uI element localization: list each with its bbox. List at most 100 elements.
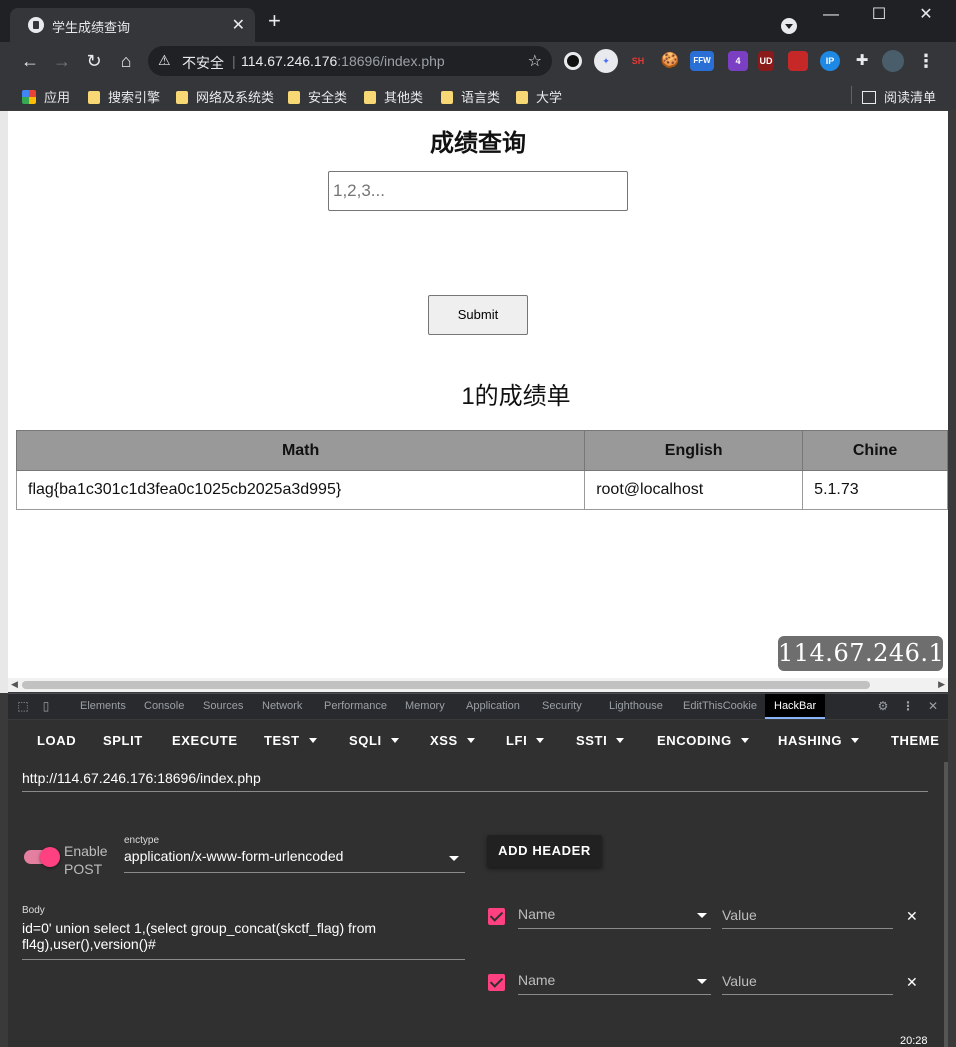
header-enabled-checkbox[interactable] bbox=[488, 908, 505, 925]
devtools-tab-hackbar[interactable]: HackBar bbox=[765, 694, 826, 719]
circle-extension-icon[interactable] bbox=[564, 52, 582, 70]
sh-extension-icon[interactable]: SH bbox=[628, 51, 648, 71]
reading-list-icon bbox=[861, 91, 876, 104]
inspect-element-icon[interactable]: ⬚ bbox=[16, 699, 30, 713]
header-value-input[interactable]: Value bbox=[722, 968, 893, 995]
ip-extension-icon[interactable]: IP bbox=[820, 51, 840, 71]
forward-button[interactable]: → bbox=[51, 50, 73, 72]
header-enabled-checkbox[interactable] bbox=[488, 974, 505, 991]
remove-header-icon[interactable]: ✕ bbox=[906, 908, 918, 925]
header-row: Name Value ✕ bbox=[488, 966, 928, 1000]
warning-icon[interactable]: ⚠ bbox=[158, 52, 171, 69]
hackbar-hashing-menu[interactable]: HASHING bbox=[778, 733, 860, 748]
ip-overlay-badge: 114.67.246.176 bbox=[778, 636, 948, 671]
hackbar-lfi-menu[interactable]: LFI bbox=[506, 733, 545, 748]
header-name-select[interactable]: Name bbox=[518, 902, 711, 929]
enable-post-line2: POST bbox=[64, 861, 103, 877]
hackbar-execute-button[interactable]: EXECUTE bbox=[172, 733, 238, 748]
hackbar-test-menu[interactable]: TEST bbox=[264, 733, 317, 748]
address-bar[interactable]: ⚠ 不安全 | 114.67.246.176:18696/index.php ☆ bbox=[148, 46, 552, 76]
taskbar-clock: 20:28 bbox=[900, 1035, 928, 1047]
bird-extension-icon[interactable]: ✦ bbox=[594, 49, 618, 73]
badge-extension-icon[interactable]: 4 bbox=[728, 51, 748, 71]
new-tab-button[interactable]: + bbox=[268, 10, 281, 32]
menu-kebab-icon[interactable]: ⋮ bbox=[915, 50, 937, 72]
devtools-tab-editthiscookie[interactable]: EditThisCookie bbox=[683, 700, 757, 712]
hackbar-encoding-menu[interactable]: ENCODING bbox=[657, 733, 749, 748]
table-header-row: Math English Chine bbox=[15, 430, 948, 471]
enctype-select[interactable]: application/x-www-form-urlencoded bbox=[124, 848, 465, 873]
home-button[interactable]: ⌂ bbox=[115, 50, 137, 72]
bookmarks-bar: 应用 搜索引擎 网络及系统类 安全类 其他类 语言类 大学 阅读清单 bbox=[0, 80, 956, 110]
scroll-right-icon[interactable]: ▶ bbox=[938, 679, 945, 690]
bookmark-folder-other[interactable]: 其他类 bbox=[364, 87, 423, 106]
menu-label: ENCODING bbox=[657, 733, 732, 748]
add-header-button[interactable]: ADD HEADER bbox=[487, 835, 602, 867]
devtools-menu-icon[interactable]: ⋮ bbox=[901, 699, 915, 713]
bookmark-star-icon[interactable]: ☆ bbox=[528, 51, 542, 71]
devtools-tab-network[interactable]: Network bbox=[262, 700, 302, 712]
bookmark-folder-security[interactable]: 安全类 bbox=[288, 87, 347, 106]
device-toolbar-icon[interactable]: ▯ bbox=[39, 699, 53, 713]
bookmark-folder-language[interactable]: 语言类 bbox=[441, 87, 500, 106]
remove-header-icon[interactable]: ✕ bbox=[906, 974, 918, 991]
hackbar-load-button[interactable]: LOAD bbox=[37, 733, 76, 748]
body-line-1: id=0' union select 1,(select group_conca… bbox=[22, 920, 377, 936]
score-query-input[interactable] bbox=[328, 171, 628, 211]
close-window-button[interactable]: ✕ bbox=[911, 4, 941, 28]
devtools-tab-console[interactable]: Console bbox=[144, 700, 184, 712]
devtools-tab-security[interactable]: Security bbox=[542, 700, 582, 712]
hackbar-theme-menu[interactable]: THEME bbox=[891, 733, 940, 748]
ublock-extension-icon[interactable]: UD bbox=[758, 51, 774, 71]
browser-tab[interactable]: 学生成绩查询 ✕ bbox=[10, 8, 255, 42]
submit-button[interactable]: Submit bbox=[428, 295, 528, 335]
folder-icon bbox=[441, 91, 453, 104]
red-extension-icon[interactable] bbox=[788, 51, 808, 71]
scrollbar-thumb[interactable] bbox=[22, 681, 870, 689]
maximize-button[interactable]: ☐ bbox=[864, 4, 894, 28]
header-value-input[interactable]: Value bbox=[722, 902, 893, 929]
bookmark-apps[interactable]: 应用 bbox=[22, 87, 70, 106]
hackbar-xss-menu[interactable]: XSS bbox=[430, 733, 475, 748]
devtools-tab-elements[interactable]: Elements bbox=[80, 700, 126, 712]
devtools-tab-lighthouse[interactable]: Lighthouse bbox=[609, 700, 663, 712]
score-table: Math English Chine flag{ba1c301c1d3fea0c… bbox=[15, 430, 948, 510]
minimize-button[interactable]: — bbox=[816, 4, 846, 28]
ffw-extension-icon[interactable]: FFW bbox=[690, 51, 714, 71]
cookie-extension-icon[interactable]: 🍪 bbox=[660, 51, 680, 71]
reload-button[interactable]: ↻ bbox=[83, 50, 105, 72]
hackbar-sqli-menu[interactable]: SQLI bbox=[349, 733, 399, 748]
url-input[interactable]: http://114.67.246.176:18696/index.php bbox=[22, 770, 928, 792]
column-header-english: English bbox=[584, 430, 804, 471]
tab-title: 学生成绩查询 bbox=[52, 20, 131, 35]
table-row: flag{ba1c301c1d3fea0c1025cb2025a3d995} r… bbox=[15, 470, 948, 510]
menu-label: TEST bbox=[264, 733, 300, 748]
bookmark-folder-university[interactable]: 大学 bbox=[516, 87, 562, 106]
devtools-tab-sources[interactable]: Sources bbox=[203, 700, 243, 712]
gear-icon[interactable]: ⚙ bbox=[876, 699, 890, 713]
enable-post-toggle[interactable] bbox=[24, 847, 60, 867]
close-devtools-icon[interactable]: ✕ bbox=[926, 699, 940, 713]
bookmark-label: 其他类 bbox=[384, 90, 424, 105]
avatar[interactable] bbox=[882, 50, 904, 72]
hackbar-split-button[interactable]: SPLIT bbox=[103, 733, 143, 748]
body-label: Body bbox=[22, 905, 45, 916]
tab-search-icon[interactable] bbox=[781, 18, 797, 34]
scroll-left-icon[interactable]: ◀ bbox=[11, 679, 18, 690]
devtools-tab-performance[interactable]: Performance bbox=[324, 700, 387, 712]
devtools-tab-application[interactable]: Application bbox=[466, 700, 520, 712]
reading-list-button[interactable]: 阅读清单 bbox=[861, 87, 936, 106]
hackbar-ssti-menu[interactable]: SSTI bbox=[576, 733, 625, 748]
post-body-textarea[interactable]: id=0' union select 1,(select group_conca… bbox=[22, 920, 465, 960]
body-line-2: fl4g),user(),version()# bbox=[22, 936, 156, 952]
back-button[interactable]: ← bbox=[19, 50, 41, 72]
bookmark-folder-search[interactable]: 搜索引擎 bbox=[88, 87, 160, 106]
header-name-select[interactable]: Name bbox=[518, 968, 711, 995]
devtools-tab-memory[interactable]: Memory bbox=[405, 700, 445, 712]
bookmark-folder-network[interactable]: 网络及系统类 bbox=[176, 87, 274, 106]
tab-close-icon[interactable]: ✕ bbox=[232, 15, 245, 35]
horizontal-scrollbar[interactable]: ◀ ▶ bbox=[8, 678, 948, 692]
puzzle-extensions-icon[interactable]: ✚ bbox=[852, 51, 872, 71]
hackbar-scrollbar[interactable] bbox=[944, 762, 948, 1047]
address-separator: | bbox=[232, 53, 236, 69]
